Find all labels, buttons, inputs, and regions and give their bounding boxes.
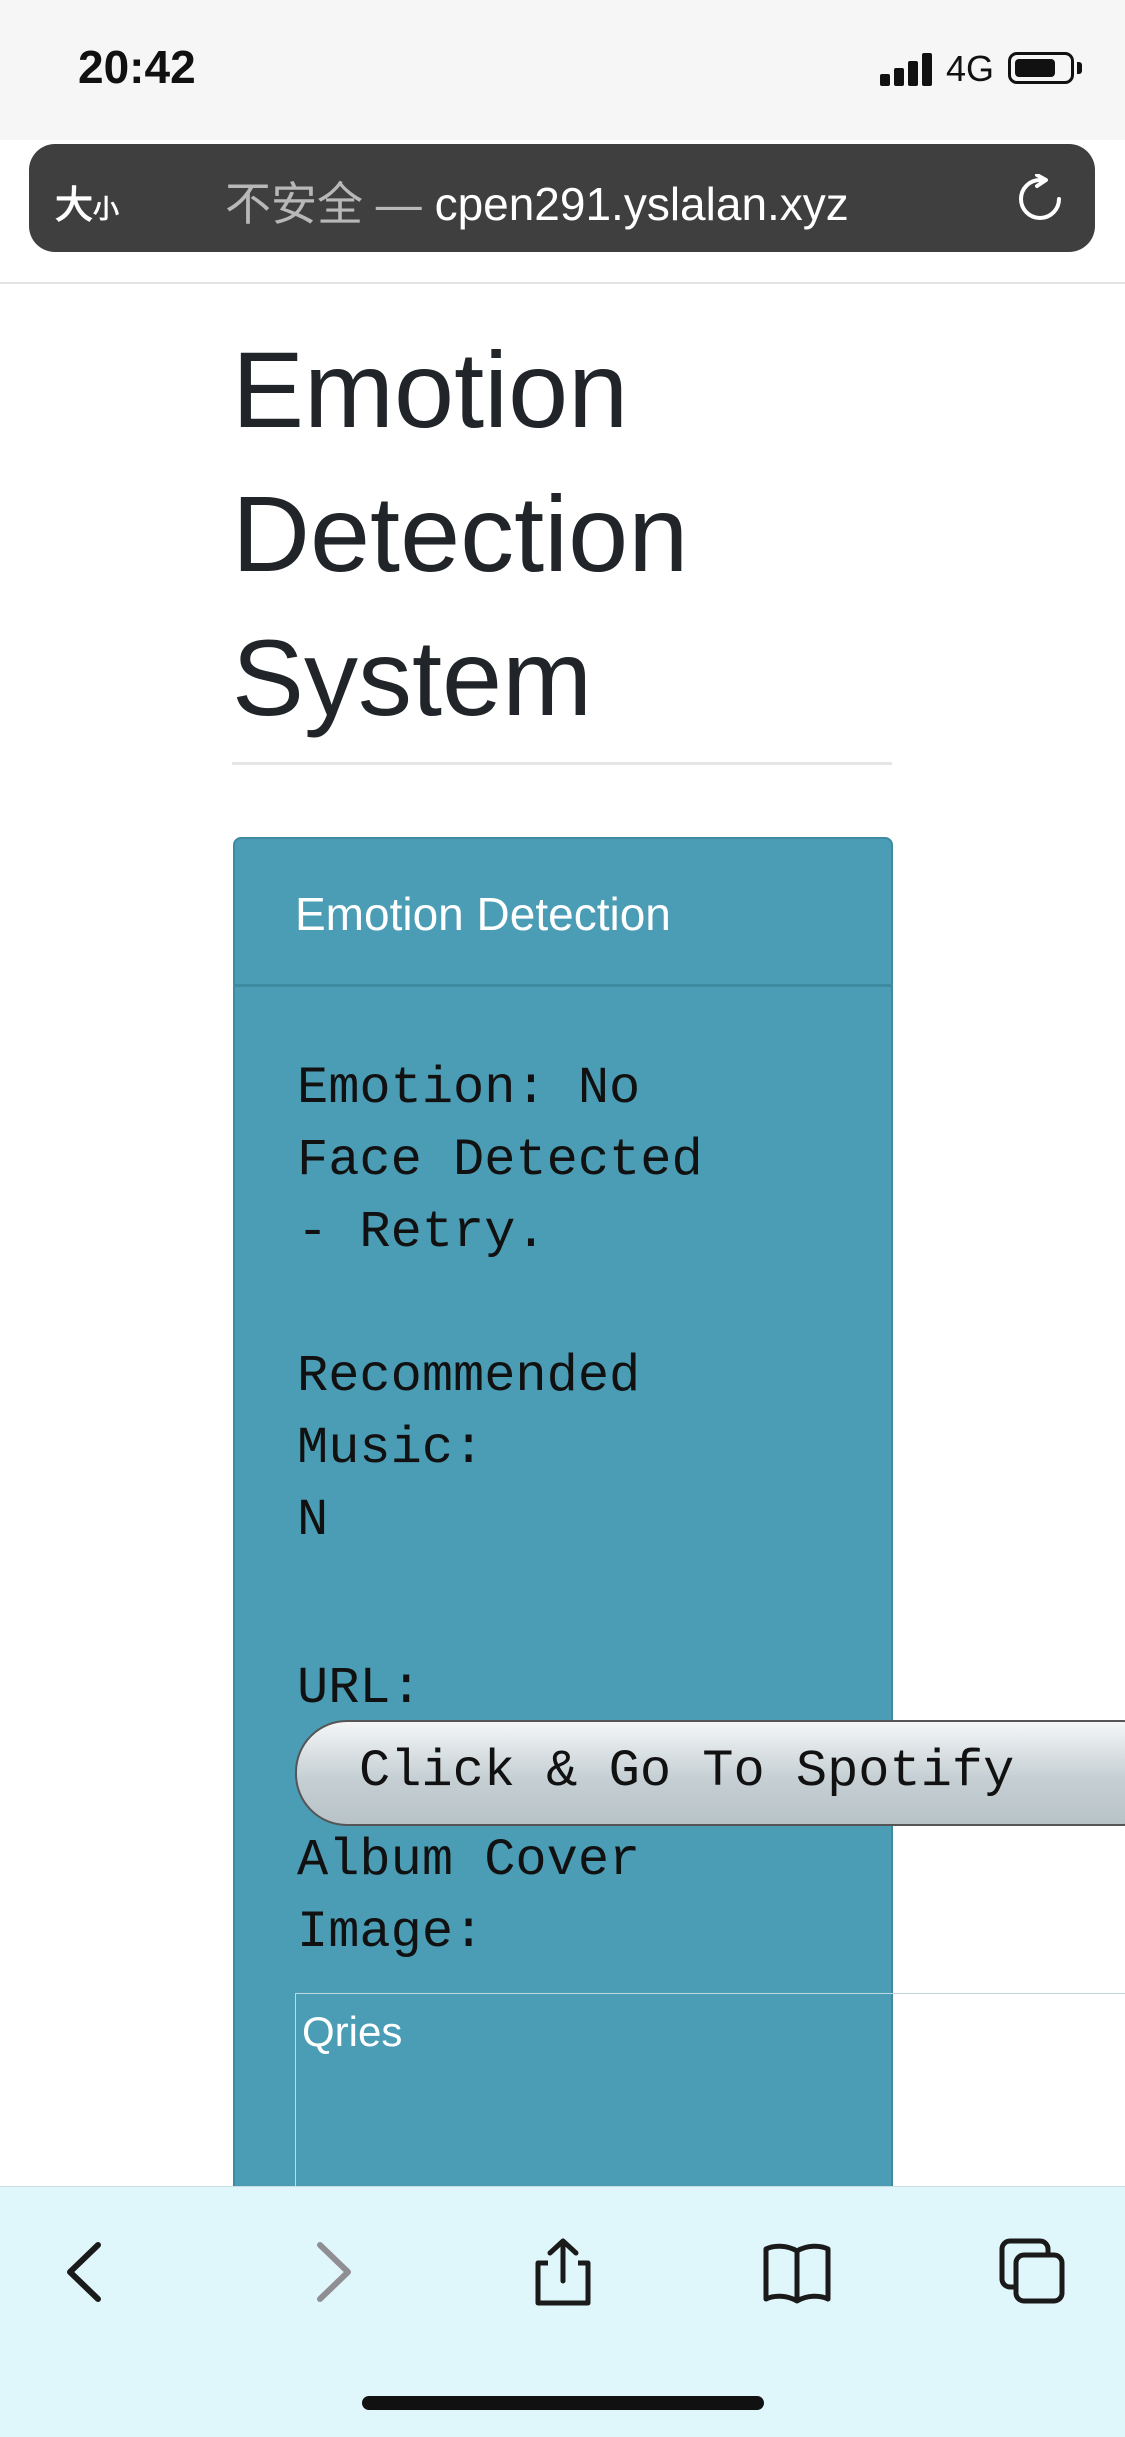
page-title: Emotion Detection System xyxy=(232,329,689,738)
battery-icon xyxy=(1008,52,1074,84)
url-display[interactable]: 不安全 — cpen291.yslalan.xyz xyxy=(225,168,849,234)
network-type: 4G xyxy=(946,48,995,89)
home-indicator xyxy=(362,2396,764,2410)
recommended-music-label: Recommended Music: xyxy=(297,1347,641,1478)
recommended-music-value: N xyxy=(297,1491,329,1550)
address-bar[interactable]: 大小 不安全 — cpen291.yslalan.xyz xyxy=(29,144,1095,252)
url-label: URL: xyxy=(297,1659,422,1718)
battery-cap xyxy=(1077,62,1082,74)
bookmarks-icon[interactable] xyxy=(762,2237,832,2307)
text-size-small: 小 xyxy=(93,194,120,224)
card-header: Emotion Detection xyxy=(235,839,891,987)
back-icon[interactable] xyxy=(54,2237,124,2307)
title-rule xyxy=(232,762,892,765)
emotion-result: Emotion: No Face Detected - Retry. xyxy=(297,1059,703,1262)
spotify-button[interactable]: Click & Go To Spotify xyxy=(295,1720,1125,1826)
text-size-button[interactable]: 大小 xyxy=(55,174,119,229)
album-cover-label: Album Cover Image: xyxy=(297,1831,641,1962)
album-alt-text: Qries xyxy=(302,2008,403,2055)
card-title: Emotion Detection xyxy=(295,888,671,940)
domain-label: cpen291.yslalan.xyz xyxy=(434,178,849,230)
status-bar: 20:42 4G xyxy=(0,0,1125,140)
text-size-big: 大 xyxy=(55,185,94,227)
signal-icon xyxy=(880,52,936,86)
security-label: 不安全 — xyxy=(225,178,422,230)
tabs-icon[interactable] xyxy=(998,2237,1068,2307)
header-divider xyxy=(0,282,1125,284)
clock: 20:42 xyxy=(78,41,196,93)
reload-icon[interactable] xyxy=(1015,174,1065,224)
share-icon[interactable] xyxy=(528,2237,598,2307)
forward-icon xyxy=(317,2242,351,2302)
